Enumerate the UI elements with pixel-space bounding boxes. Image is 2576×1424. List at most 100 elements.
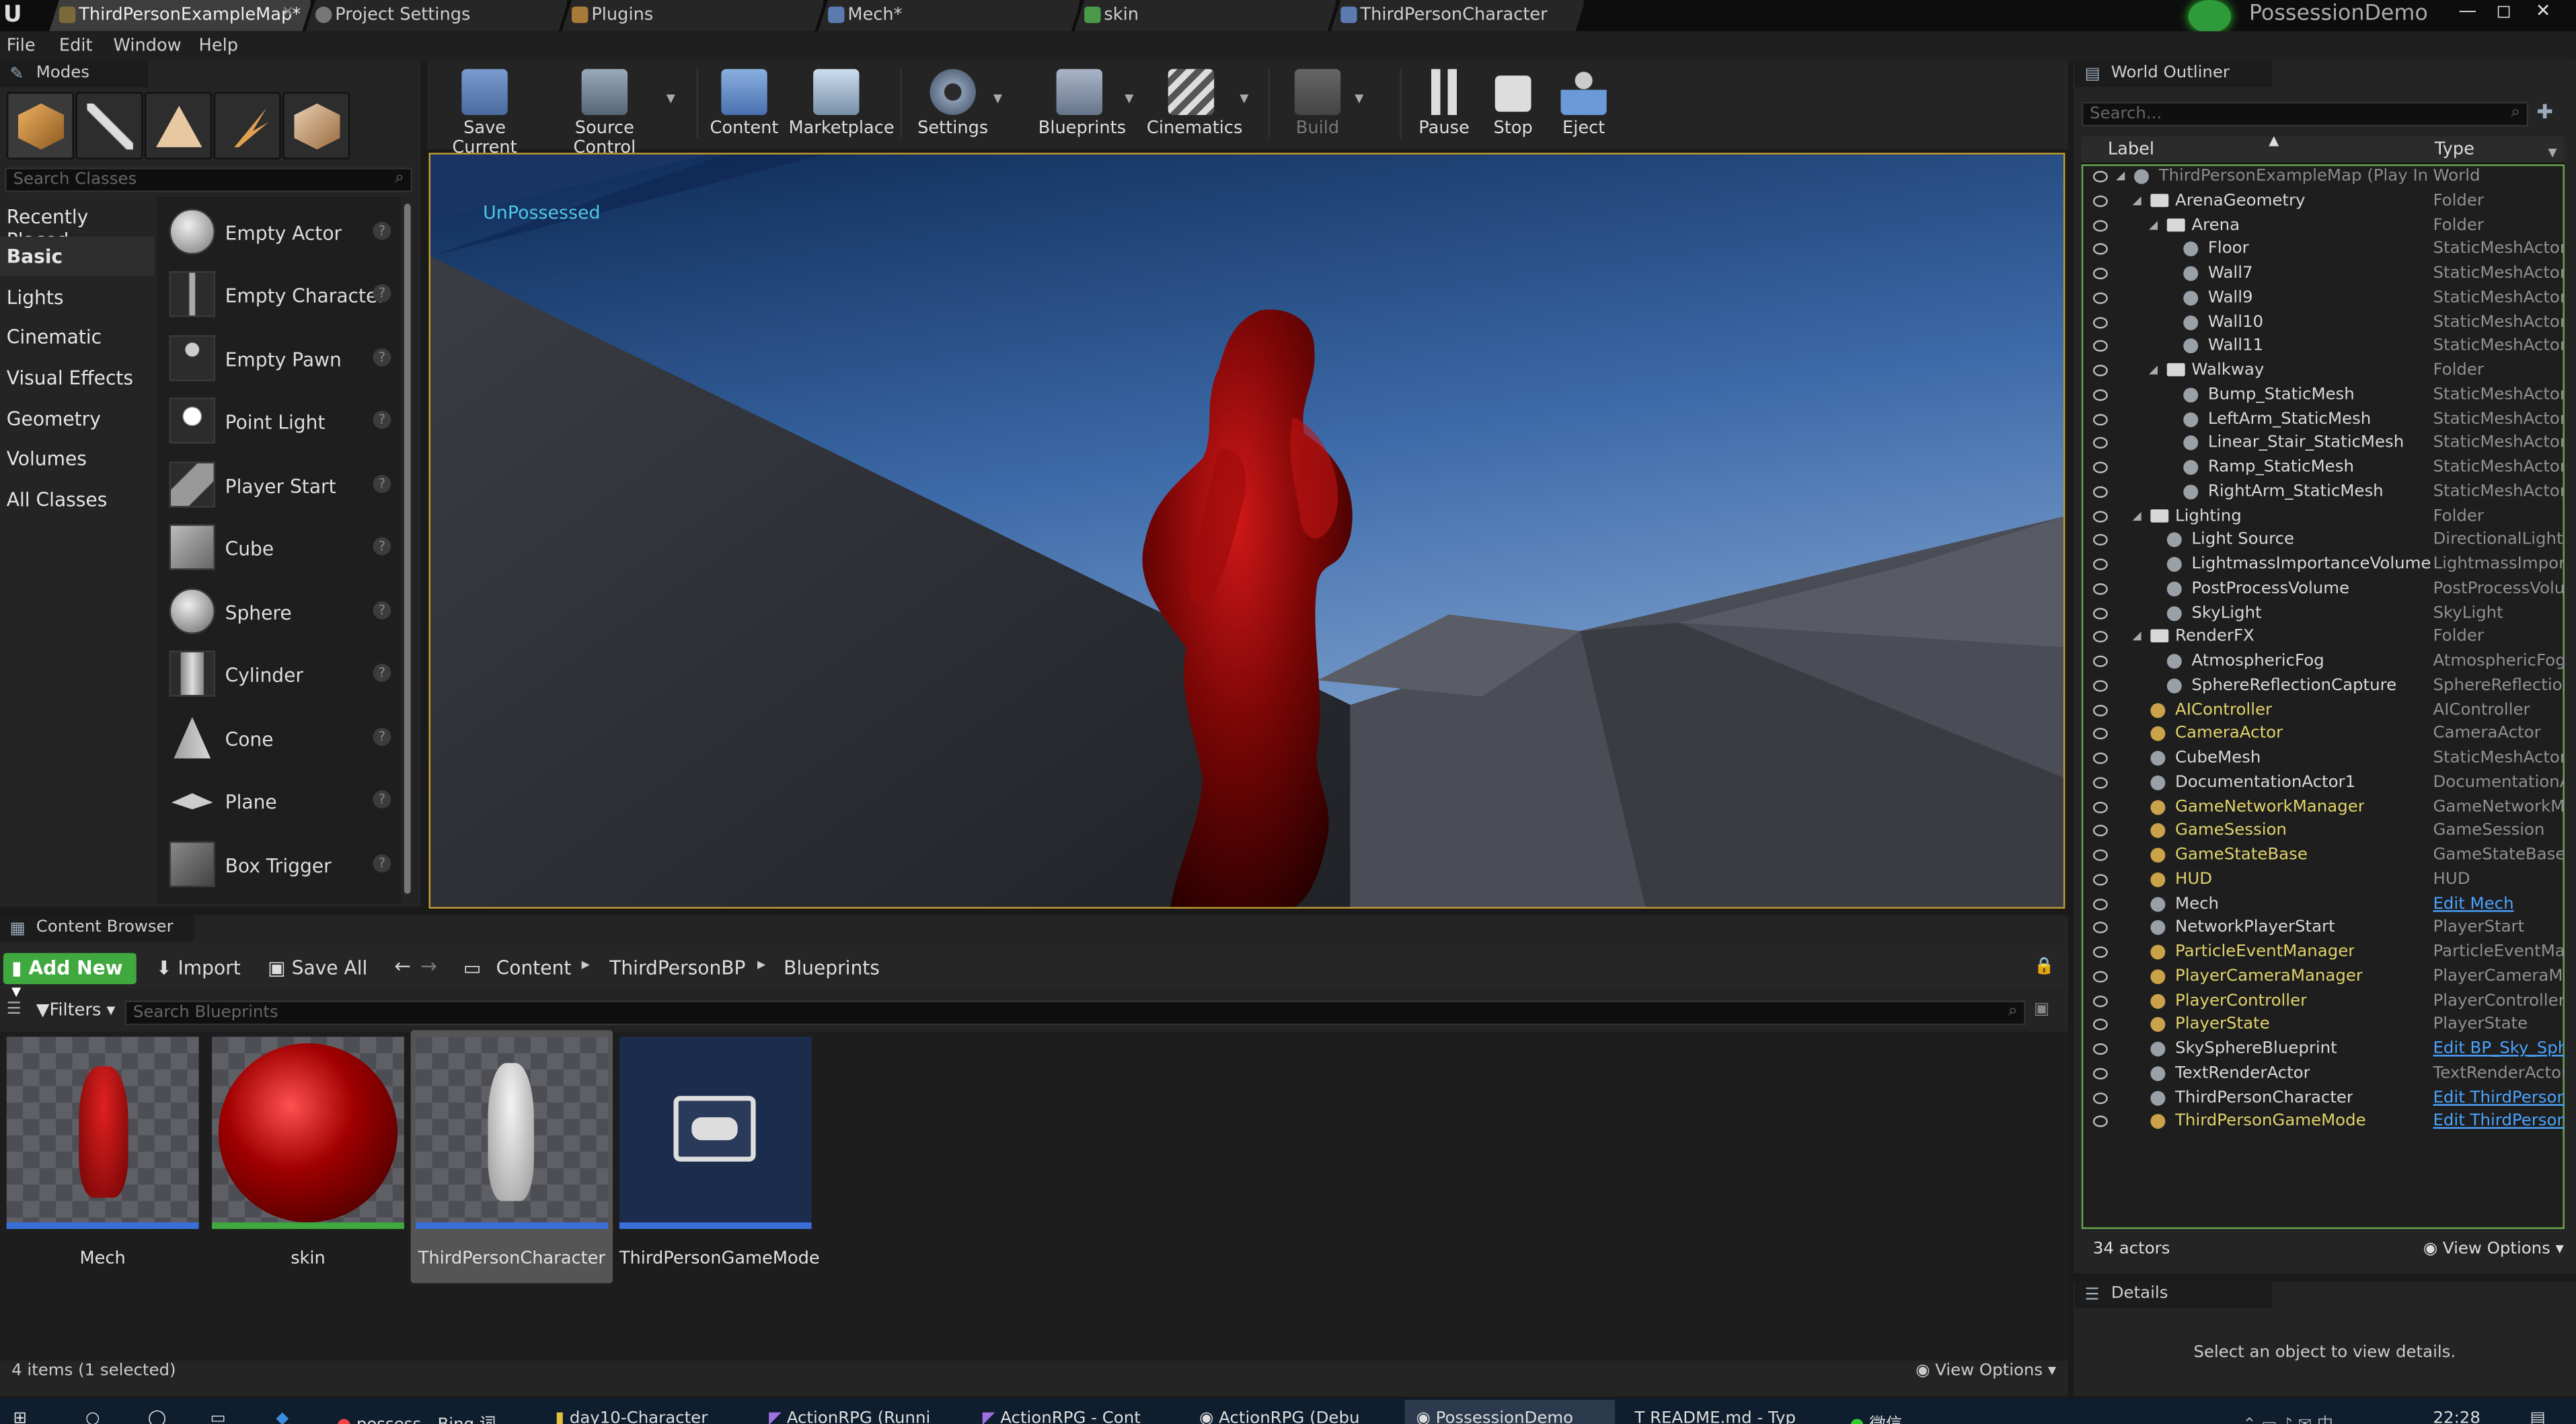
category-volumes[interactable]: Volumes <box>0 439 155 478</box>
chevron-right-icon[interactable]: ▸ <box>582 957 590 975</box>
expand-arrow-icon[interactable]: ◢ <box>2132 509 2148 525</box>
place-item-empty-pawn[interactable]: Empty Pawn? <box>161 327 397 389</box>
place-item-cone[interactable]: Cone? <box>161 706 397 769</box>
menu-edit[interactable]: Edit <box>59 36 93 56</box>
outliner-row[interactable]: ◢ ThirdPersonExampleMap (Play In Editor)W… <box>2083 166 2563 191</box>
visibility-eye-icon[interactable] <box>2092 825 2108 837</box>
visibility-eye-icon[interactable] <box>2092 970 2108 983</box>
outliner-row[interactable]: TextRenderActor TextRenderActor <box>2083 1063 2565 1088</box>
expand-arrow-icon[interactable]: ◢ <box>2149 218 2165 234</box>
outliner-row[interactable]: GameNetworkManager GameNetworkManager <box>2083 796 2565 821</box>
outliner-row[interactable]: SkyLight SkyLight <box>2083 602 2563 627</box>
cortana-icon[interactable]: ◯ <box>148 1410 166 1424</box>
help-icon[interactable]: ? <box>373 410 391 429</box>
visibility-eye-icon[interactable] <box>2092 461 2108 474</box>
visibility-eye-icon[interactable] <box>2092 1019 2108 1031</box>
menu-file[interactable]: File <box>7 36 36 56</box>
asset-mech[interactable]: Mech <box>6 1037 199 1280</box>
visibility-eye-icon[interactable] <box>2092 922 2108 934</box>
visibility-eye-icon[interactable] <box>2092 897 2108 909</box>
details-tab[interactable]: ☰ Details <box>2075 1281 2273 1308</box>
outliner-row[interactable]: Floor StaticMeshActor <box>2083 239 2565 264</box>
save-all-button[interactable]: ▣ Save All <box>268 957 367 979</box>
visibility-eye-icon[interactable] <box>2092 195 2108 207</box>
expand-arrow-icon[interactable]: ◢ <box>2116 170 2132 186</box>
taskbar-item-possession-demo[interactable]: ◉ PossessionDemo <box>1416 1410 1574 1424</box>
outliner-row[interactable]: LeftArm_StaticMesh StaticMeshActor <box>2083 408 2565 433</box>
type-column-header[interactable]: Type <box>2435 140 2474 159</box>
place-item-empty-character[interactable]: Empty Character? <box>161 263 397 326</box>
modes-panel-tab[interactable]: ✎ Modes <box>0 61 148 87</box>
help-icon[interactable]: ? <box>373 537 391 556</box>
visibility-eye-icon[interactable] <box>2092 340 2108 352</box>
save-search-icon[interactable]: ▣ <box>2034 1001 2049 1019</box>
help-icon[interactable]: ? <box>373 348 391 367</box>
outliner-view-options[interactable]: ◉ View Options ▾ <box>2423 1240 2564 1259</box>
mode-geometry-edit[interactable] <box>282 91 350 159</box>
world-outliner-tab[interactable]: ▤ World Outliner <box>2075 61 2273 87</box>
tab-skin[interactable]: skin <box>1074 0 1337 31</box>
content-view-options[interactable]: ◉ View Options ▾ <box>1916 1362 2056 1380</box>
level-viewport[interactable]: UnPossessed <box>428 153 2066 909</box>
outliner-row[interactable]: Mech Edit Mech <box>2083 893 2563 918</box>
taskbar-item-ue-debug[interactable]: ◉ ActionRPG (Debu <box>1199 1410 1359 1424</box>
visibility-eye-icon[interactable] <box>2092 413 2108 425</box>
task-view-icon[interactable]: ▭ <box>211 1410 226 1424</box>
expand-arrow-icon[interactable]: ◢ <box>2132 194 2148 210</box>
visibility-eye-icon[interactable] <box>2092 534 2108 546</box>
pause-button[interactable]: Pause <box>1416 66 1472 141</box>
forward-arrow-icon[interactable]: → <box>420 954 437 977</box>
taskbar-item-vs-running[interactable]: ◤ ActionRPG (Runni <box>769 1410 930 1424</box>
outliner-row[interactable]: PlayerState PlayerState <box>2083 1014 2563 1039</box>
filters-button[interactable]: ▼Filters ▾ <box>36 1001 116 1020</box>
eject-button[interactable]: Eject <box>1554 66 1614 141</box>
outliner-row[interactable]: AIController AIController <box>2083 699 2563 724</box>
visibility-eye-icon[interactable] <box>2092 268 2108 280</box>
tab-map[interactable]: ThirdPersonExampleMap* ✕ <box>49 0 312 31</box>
breadcrumb-thirdpersonbp[interactable]: ThirdPersonBP <box>609 957 745 979</box>
breadcrumb-blueprints[interactable]: Blueprints <box>784 957 880 979</box>
maximize-button[interactable]: ◻ <box>2487 0 2520 23</box>
visibility-eye-icon[interactable] <box>2092 292 2108 304</box>
mode-place[interactable] <box>6 91 74 159</box>
visibility-eye-icon[interactable] <box>2092 849 2108 861</box>
visibility-eye-icon[interactable] <box>2092 728 2108 740</box>
menu-window[interactable]: Window <box>114 36 182 56</box>
outliner-row[interactable]: ParticleEventManager ParticleEventManager <box>2083 942 2565 967</box>
outliner-row[interactable]: DocumentationActor1 DocumentationActor <box>2083 772 2565 796</box>
close-window-button[interactable]: ✕ <box>2527 0 2560 23</box>
marketplace-button[interactable]: Marketplace <box>788 66 895 141</box>
outliner-row[interactable]: GameSession GameSession <box>2083 820 2563 845</box>
chevron-down-icon[interactable]: ▼ <box>993 92 1002 106</box>
taskbar-item-typora[interactable]: T README.md - Typ <box>1634 1410 1796 1424</box>
notification-icon[interactable]: ▤ <box>2530 1410 2546 1424</box>
visibility-eye-icon[interactable] <box>2092 607 2108 619</box>
category-lights[interactable]: Lights <box>0 278 155 317</box>
place-items-scrollbar[interactable] <box>404 203 411 894</box>
search-blueprints-input[interactable]: Search Blueprints ⌕ <box>124 1000 2026 1026</box>
help-icon[interactable]: ? <box>373 663 391 682</box>
outliner-row[interactable]: LightmassImportanceVolumeLightmassImport… <box>2083 554 2565 578</box>
save-current-button[interactable]: Save Current <box>437 66 533 157</box>
outliner-row[interactable]: ◢ Arena Folder <box>2083 215 2563 239</box>
outliner-row[interactable]: NetworkPlayerStart PlayerStart <box>2083 917 2563 942</box>
visibility-eye-icon[interactable] <box>2092 510 2108 522</box>
visibility-eye-icon[interactable] <box>2092 631 2108 643</box>
outliner-row[interactable]: CubeMesh StaticMeshActor <box>2083 747 2565 772</box>
outliner-row[interactable]: CameraActor CameraActor <box>2083 723 2563 748</box>
outliner-row[interactable]: Light Source DirectionalLight <box>2083 529 2563 554</box>
place-item-sphere[interactable]: Sphere? <box>161 580 397 642</box>
visibility-eye-icon[interactable] <box>2092 486 2108 498</box>
visibility-eye-icon[interactable] <box>2092 389 2108 401</box>
taskbar-item-vs-content[interactable]: ◤ ActionRPG - Cont <box>983 1410 1141 1424</box>
visibility-eye-icon[interactable] <box>2092 243 2108 256</box>
search-classes-input[interactable]: Search Classes ⌕ <box>5 167 413 192</box>
visibility-eye-icon[interactable] <box>2092 558 2108 570</box>
visibility-eye-icon[interactable] <box>2092 655 2108 667</box>
mode-landscape[interactable] <box>144 91 213 159</box>
outliner-row[interactable]: ◢ Walkway Folder <box>2083 360 2563 385</box>
outliner-row[interactable]: ThirdPersonGameMode Edit ThirdPersonGameM… <box>2083 1111 2565 1136</box>
help-icon[interactable]: ? <box>373 728 391 746</box>
import-button[interactable]: ⬇ Import <box>156 957 241 979</box>
outliner-row[interactable]: PostProcessVolume PostProcessVolume <box>2083 578 2565 603</box>
